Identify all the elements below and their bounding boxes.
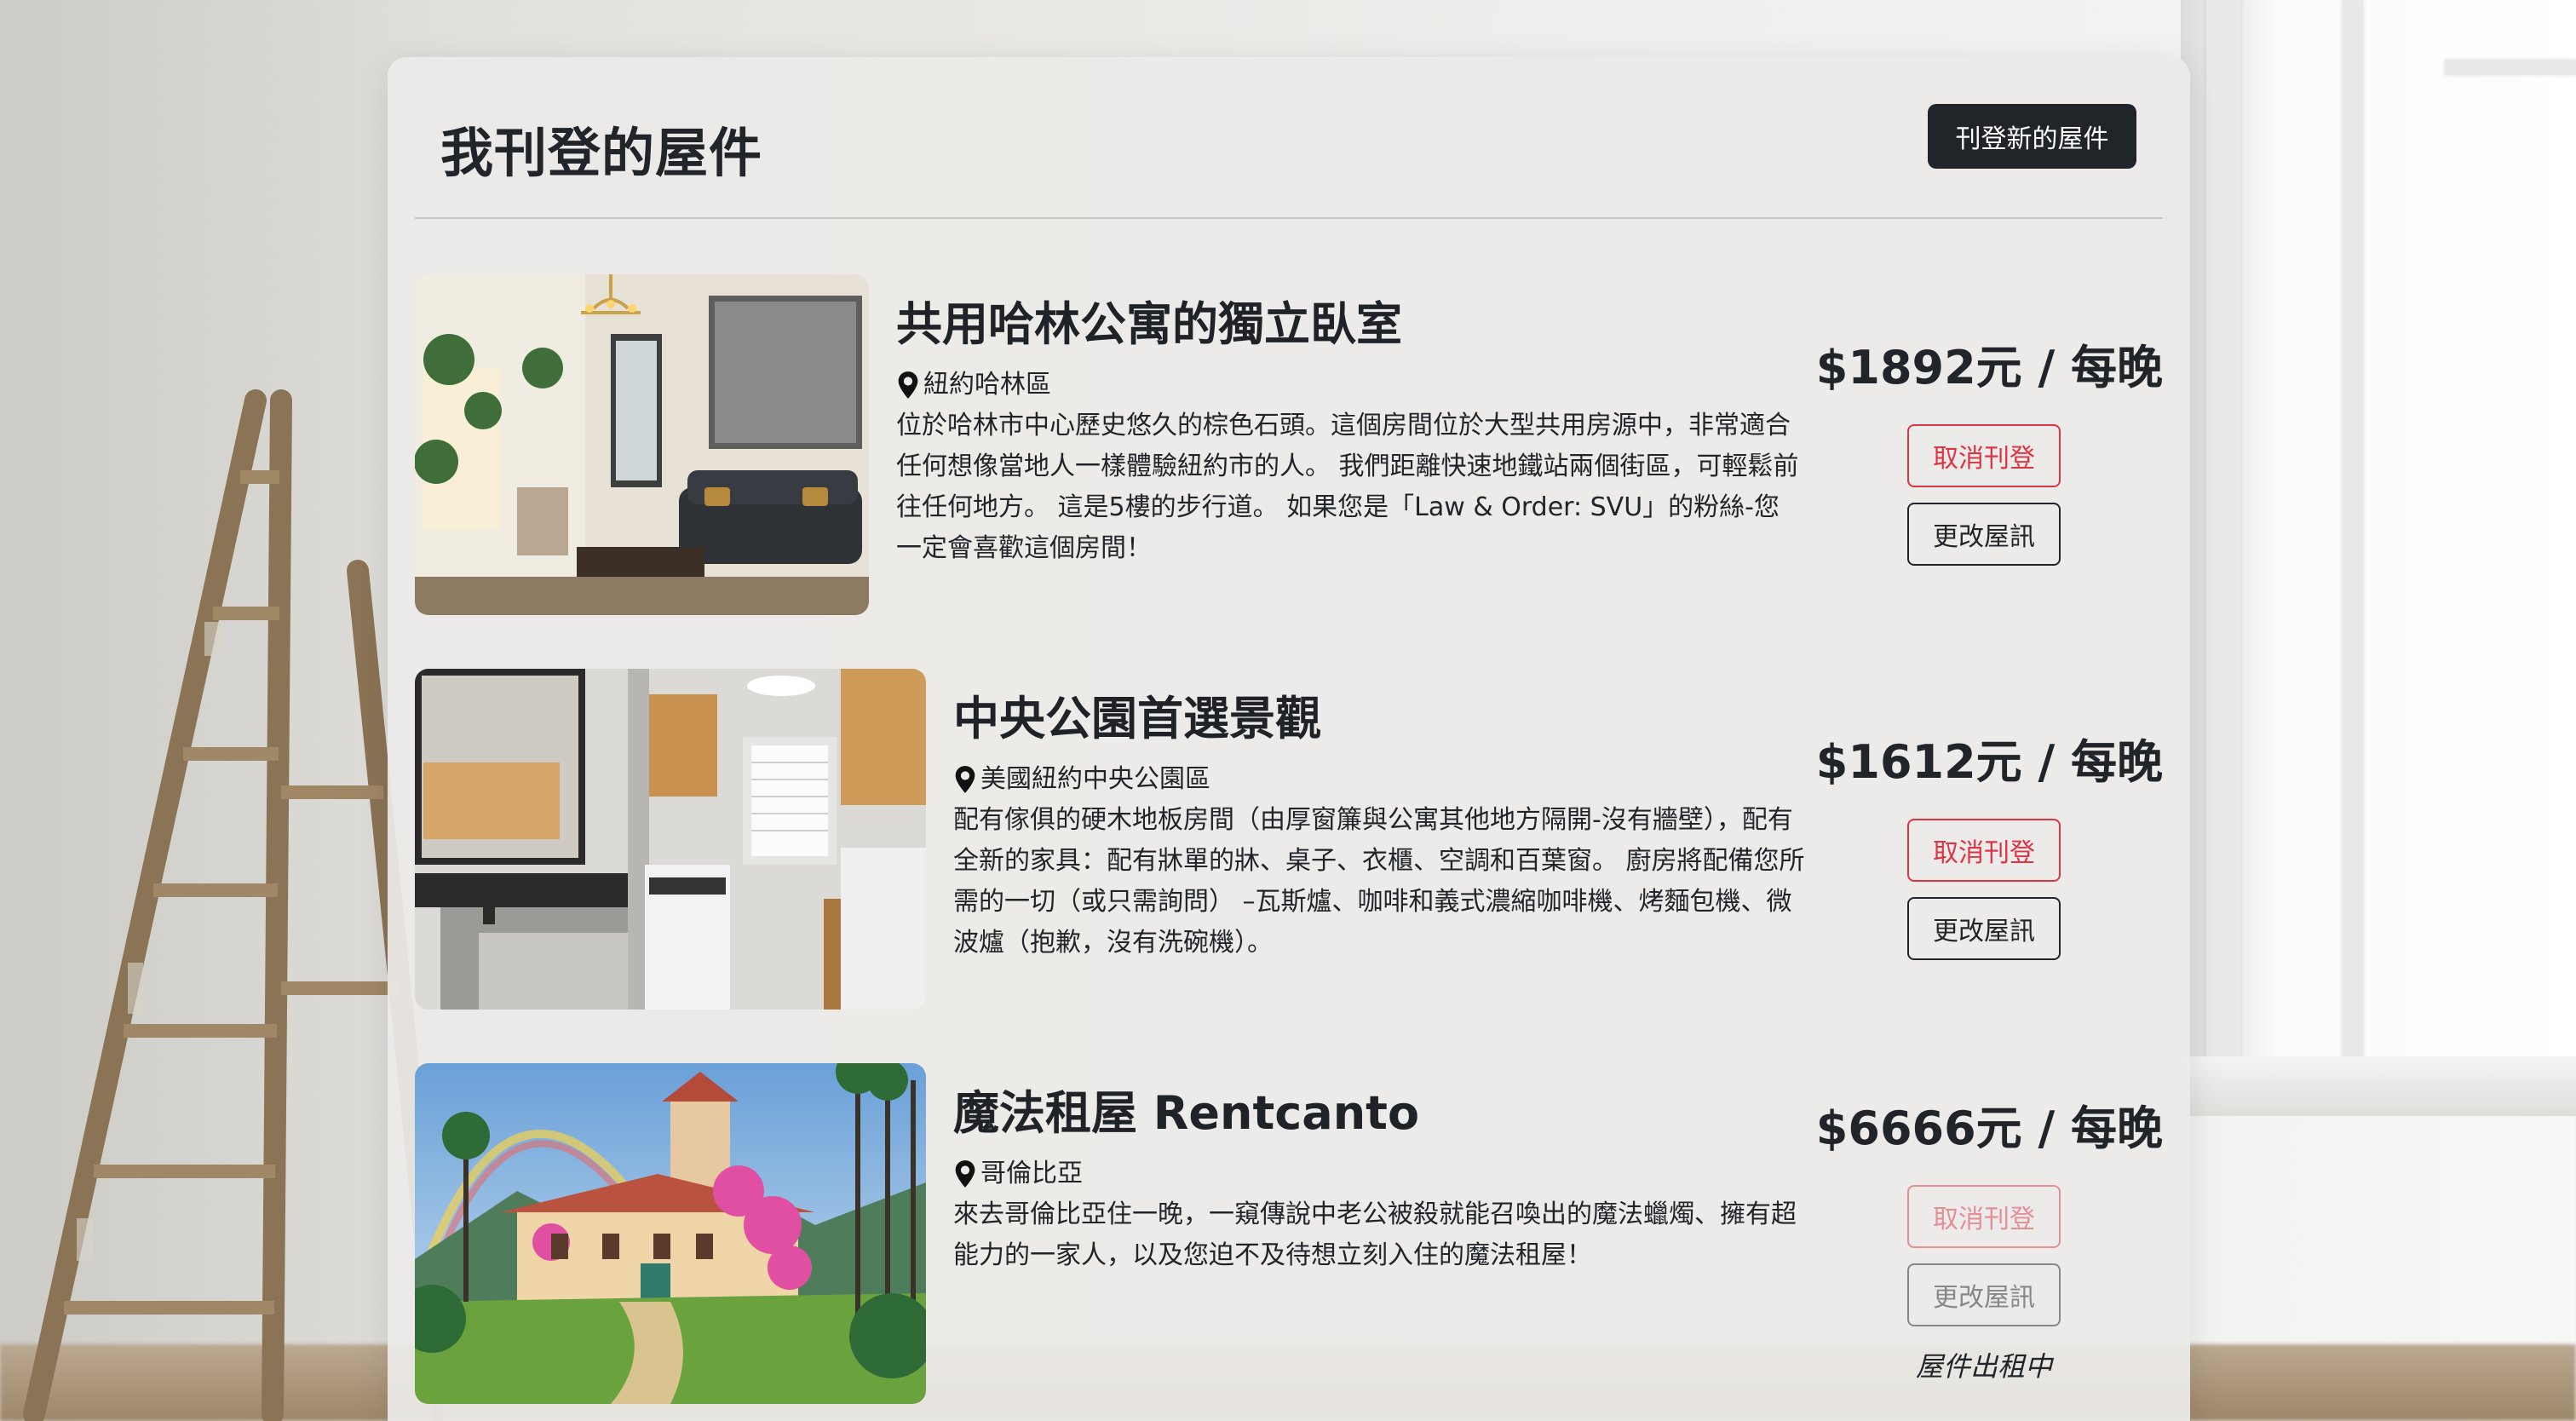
listing-location: 哥倫比亞: [953, 1159, 1805, 1189]
listing-description: 配有傢俱的硬木地板房間（由厚窗簾與公寓其他地方隔開-沒有牆壁），配有全新的家具：…: [953, 805, 1805, 958]
card-header: 我刊登的屋件 刊登新的屋件: [388, 57, 2190, 219]
background-window: [2181, 0, 2576, 1107]
listing-thumbnail[interactable]: [415, 1063, 926, 1404]
listing-location: 美國紐約中央公園區: [953, 764, 1805, 795]
listing-description: 位於哈林市中心歷史悠久的棕色石頭。這個房間位於大型共用房源中，非常適合任何想像當…: [896, 411, 1799, 564]
listing-title[interactable]: 中央公園首選景觀: [953, 692, 1805, 745]
page-title: 我刊登的屋件: [440, 122, 763, 184]
edit-listing-button[interactable]: 更改屋訊: [1907, 897, 2061, 960]
location-label: 美國紐約中央公園區: [980, 764, 1210, 795]
listing-thumbnail[interactable]: [415, 669, 926, 1010]
listing-thumbnail[interactable]: [415, 274, 869, 615]
listing-location: 紐約哈林區: [896, 370, 1799, 400]
background-window-sill: [2181, 1056, 2576, 1116]
header-divider: [415, 217, 2163, 219]
location-pin-icon: [955, 1160, 975, 1188]
location-label: 紐約哈林區: [923, 370, 1051, 400]
listing-item: 共用哈林公寓的獨立臥室 紐約哈林區 位於哈林市中心歷史悠久的棕色石頭。這個房間位…: [415, 274, 2163, 632]
cancel-listing-button[interactable]: 取消刊登: [1907, 1185, 2061, 1248]
listing-info: 共用哈林公寓的獨立臥室 紐約哈林區 位於哈林市中心歷史悠久的棕色石頭。這個房間位…: [896, 297, 1799, 569]
new-listing-button[interactable]: 刊登新的屋件: [1928, 104, 2136, 169]
listing-price: $1892元 / 每晚: [1815, 341, 2163, 394]
listing-price: $6666元 / 每晚: [1815, 1102, 2163, 1155]
listing-price: $1612元 / 每晚: [1815, 735, 2163, 789]
listing-info: 中央公園首選景觀 美國紐約中央公園區 配有傢俱的硬木地板房間（由厚窗簾與公寓其他…: [953, 692, 1805, 964]
kitchen-photo-icon: [415, 669, 926, 1010]
location-pin-icon: [898, 371, 918, 399]
listing-item: 魔法租屋 Rentcanto 哥倫比亞 來去哥倫比亞住一晚，一窺傳說中老公被殺就…: [415, 1063, 2163, 1421]
magic-house-photo-icon: [415, 1063, 926, 1404]
location-pin-icon: [955, 766, 975, 793]
my-listings-card: 我刊登的屋件 刊登新的屋件 共用哈林公寓的獨立臥室 紐約哈林區 位於哈林市中心歷…: [388, 57, 2190, 1421]
listing-title[interactable]: 共用哈林公寓的獨立臥室: [896, 297, 1799, 351]
cancel-listing-button[interactable]: 取消刊登: [1907, 819, 2061, 882]
listing-item: 中央公園首選景觀 美國紐約中央公園區 配有傢俱的硬木地板房間（由厚窗簾與公寓其他…: [415, 669, 2163, 1027]
listing-description: 來去哥倫比亞住一晚，一窺傳說中老公被殺就能召喚出的魔法蠟燭、擁有超能力的一家人，…: [953, 1200, 1797, 1271]
location-label: 哥倫比亞: [980, 1159, 1083, 1189]
listing-actions: $1892元 / 每晚 取消刊登 更改屋訊: [1805, 330, 2163, 566]
listing-actions: $6666元 / 每晚 取消刊登 更改屋訊 屋件出租中: [1805, 1090, 2163, 1384]
rented-status: 屋件出租中: [1915, 1350, 2052, 1383]
background-ladder: [23, 389, 443, 1421]
listing-actions: $1612元 / 每晚 取消刊登 更改屋訊: [1805, 724, 2163, 960]
listing-title[interactable]: 魔法租屋 Rentcanto: [953, 1086, 1805, 1140]
edit-listing-button[interactable]: 更改屋訊: [1907, 503, 2061, 566]
cancel-listing-button[interactable]: 取消刊登: [1907, 424, 2061, 487]
edit-listing-button[interactable]: 更改屋訊: [1907, 1263, 2061, 1326]
living-room-photo-icon: [415, 274, 869, 615]
listing-info: 魔法租屋 Rentcanto 哥倫比亞 來去哥倫比亞住一晚，一窺傳說中老公被殺就…: [953, 1086, 1805, 1276]
